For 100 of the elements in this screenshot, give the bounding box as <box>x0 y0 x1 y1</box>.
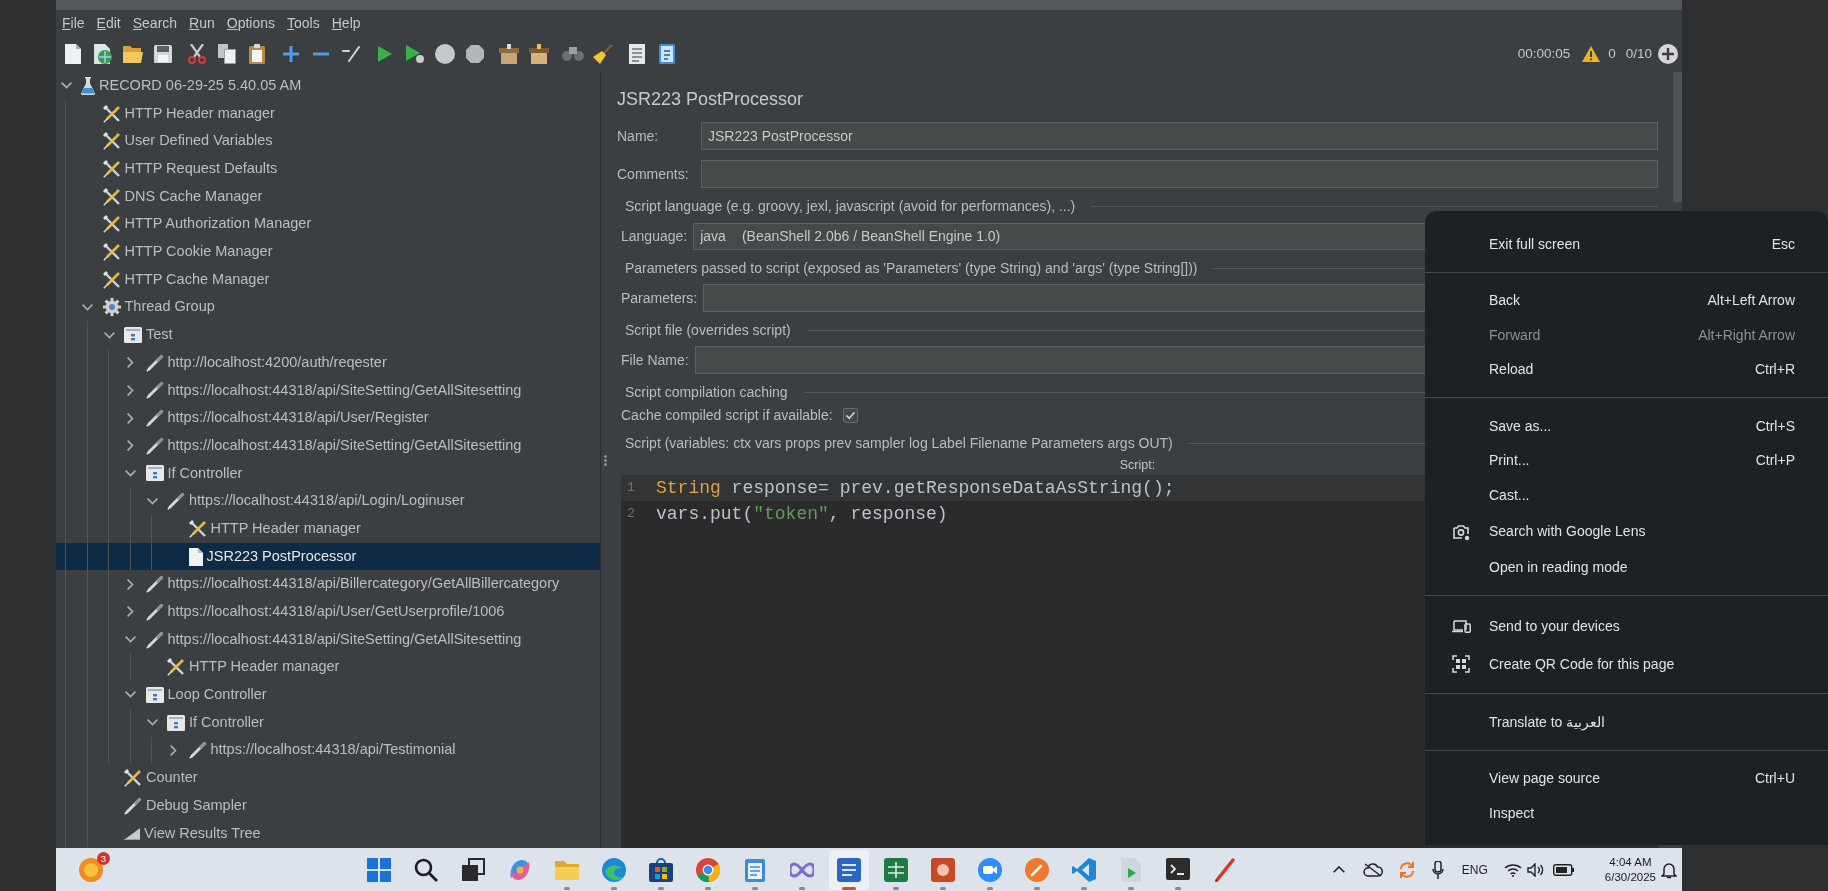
input-language[interactable]: ENG <box>1461 860 1488 879</box>
code-line: vars.put("token", response) <box>656 503 948 526</box>
search-icon[interactable] <box>414 857 438 882</box>
shortcut-text: Alt+Left Arrow <box>1707 291 1795 311</box>
ribbon-icon[interactable] <box>1072 857 1096 882</box>
play-icon[interactable] <box>378 46 392 62</box>
menu-item[interactable]: Options <box>220 13 282 33</box>
copy-icon[interactable] <box>218 44 236 64</box>
book-icon[interactable] <box>659 44 675 64</box>
qr-code-icon <box>1452 655 1470 673</box>
tree-item[interactable]: JSR223 PostProcessor <box>56 542 600 571</box>
speaker-icon[interactable] <box>1526 862 1545 877</box>
chevron-right-icon[interactable] <box>127 440 134 452</box>
menu-item[interactable]: Help <box>325 13 367 33</box>
pipette-icon <box>167 492 185 511</box>
chevron-down-icon[interactable] <box>125 691 136 699</box>
chevron-down-icon[interactable] <box>125 469 136 477</box>
chevron-right-icon[interactable] <box>127 412 134 424</box>
code-line: String response= prev.getResponseDataAsString(); <box>656 477 1175 500</box>
plus-circle-icon[interactable] <box>1658 44 1678 64</box>
page-plus-icon[interactable] <box>94 44 112 64</box>
menu-item[interactable]: Tools <box>281 13 326 33</box>
chevron-right-icon[interactable] <box>127 606 134 618</box>
checkbox[interactable] <box>842 407 858 423</box>
shopping-bag-icon[interactable] <box>649 857 673 882</box>
spreadsheet-tile-icon[interactable] <box>884 857 908 882</box>
tiles-icon[interactable] <box>367 857 391 882</box>
menu-item[interactable]: Reload Ctrl+R <box>1425 352 1828 387</box>
binoculars-icon[interactable] <box>562 47 584 61</box>
pen-circle-icon[interactable] <box>1025 857 1049 882</box>
swirl-icon[interactable] <box>508 857 532 882</box>
circle-icon[interactable] <box>435 44 455 64</box>
broom-icon[interactable] <box>593 44 613 64</box>
notepad-icon[interactable] <box>743 857 767 882</box>
scissors-icon[interactable] <box>188 44 206 64</box>
tree-item[interactable]: RECORD 06-29-25 5.40.05 AM <box>56 72 600 100</box>
aperture-icon[interactable] <box>696 857 720 882</box>
chevron-right-icon[interactable] <box>127 357 134 369</box>
pipette-icon <box>145 353 164 372</box>
crossed-tools-icon <box>102 159 121 178</box>
folder-icon[interactable] <box>123 45 143 63</box>
wave-circle-icon[interactable] <box>602 857 626 882</box>
section-heading: Script language (e.g. groovy, jexl, javascript (avoid for performances), ...) <box>625 196 1076 216</box>
panel-icon <box>145 686 164 703</box>
chevron-down-icon[interactable] <box>125 636 136 644</box>
pen-icon[interactable] <box>1213 857 1237 882</box>
terminal-icon[interactable] <box>1166 857 1190 882</box>
line-number: 2 <box>626 505 636 523</box>
active-app-highlight[interactable] <box>829 849 869 890</box>
chevron-down-icon[interactable] <box>146 497 158 505</box>
document-tile-icon[interactable] <box>837 857 861 882</box>
warning-icon[interactable] <box>1582 46 1601 62</box>
chevron-down-icon[interactable] <box>60 82 72 90</box>
cloud-off-icon[interactable] <box>1362 862 1383 877</box>
crossed-tools-icon <box>102 242 121 261</box>
battery-icon[interactable] <box>1552 863 1575 876</box>
octagon-icon[interactable] <box>466 45 484 63</box>
chart-icon <box>124 826 140 841</box>
menu-item[interactable]: Save as... Ctrl+S <box>1425 409 1828 444</box>
new-file-icon[interactable] <box>65 44 81 64</box>
slides-tile-icon[interactable] <box>931 857 955 882</box>
chevron-right-icon[interactable] <box>127 578 134 590</box>
shortcut-text: Esc <box>1771 234 1795 254</box>
chevron-down-icon[interactable] <box>82 303 93 311</box>
menu-item[interactable]: Print... Ctrl+P <box>1425 443 1828 478</box>
bell-icon[interactable] <box>1661 860 1677 879</box>
scrollbar[interactable] <box>1673 72 1682 202</box>
menu-item[interactable]: Edit <box>90 13 127 33</box>
splitter-grip-icon[interactable] <box>604 454 607 466</box>
menu-item[interactable]: File <box>56 13 91 33</box>
menu-item[interactable]: Back Alt+Left Arrow <box>1425 283 1828 318</box>
plus-icon[interactable] <box>283 46 299 62</box>
chevron-right-icon[interactable] <box>170 744 177 756</box>
section-heading: Script (variables: ctx vars props prev sampler log Label Filename Parameters args OUT) <box>625 433 1173 453</box>
clock-date[interactable]: 6/30/2025 <box>1604 869 1656 885</box>
chevron-up-icon[interactable] <box>1332 866 1345 873</box>
microphone-icon[interactable] <box>1431 860 1444 879</box>
menu-item[interactable]: Search <box>126 13 184 33</box>
video-camera-icon[interactable] <box>978 857 1002 882</box>
crossed-tools-icon <box>124 769 142 788</box>
crossed-tools-icon <box>167 658 185 677</box>
dash-slash-icon[interactable] <box>342 46 360 62</box>
chevron-down-icon[interactable] <box>103 331 115 339</box>
stacked-windows-icon[interactable] <box>461 857 485 882</box>
package-icon[interactable] <box>499 44 519 64</box>
package-icon[interactable] <box>529 44 549 64</box>
pipette-icon <box>145 630 164 649</box>
menu-item[interactable]: Run <box>183 13 221 33</box>
play-dot-icon[interactable] <box>406 45 424 63</box>
chevron-down-icon[interactable] <box>146 719 158 727</box>
play-document-icon[interactable] <box>1119 857 1143 882</box>
clock-time[interactable]: 4:04 AM <box>1604 854 1656 870</box>
text-field[interactable] <box>701 160 1658 188</box>
list-document-icon[interactable] <box>629 44 645 64</box>
chevron-right-icon[interactable] <box>127 384 134 396</box>
clipboard-icon[interactable] <box>249 44 265 64</box>
wifi-icon[interactable] <box>1503 862 1522 877</box>
text-field[interactable]: JSR223 PostProcessor <box>701 122 1658 150</box>
panel-icon <box>167 714 185 731</box>
sun-icon[interactable] <box>79 858 103 883</box>
